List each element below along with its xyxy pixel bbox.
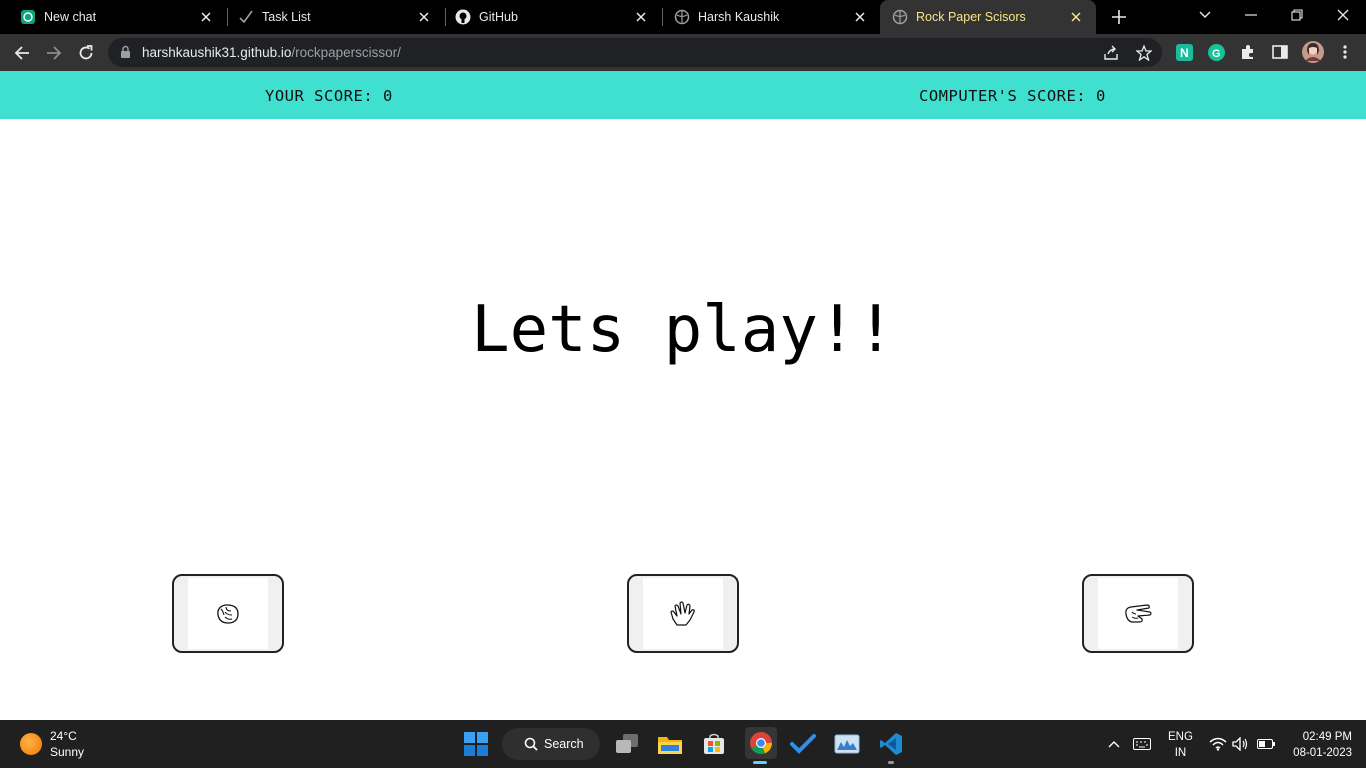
taskbar-clock[interactable]: 02:49 PM 08-01-2023 [1286, 729, 1352, 761]
paper-button-face [643, 578, 723, 649]
search-label: Search [544, 737, 584, 751]
extensions-puzzle-icon[interactable] [1239, 43, 1257, 61]
fist-icon [217, 603, 239, 624]
scissor-button-face [1098, 578, 1178, 649]
tab-title: GitHub [479, 10, 518, 24]
close-icon[interactable] [850, 7, 870, 27]
svg-text:G: G [1212, 48, 1221, 60]
score-bar: YOUR SCORE: 0 COMPUTER'S SCORE: 0 [0, 71, 1366, 119]
minimize-icon [1245, 14, 1257, 16]
your-score: YOUR SCORE: 0 [265, 87, 393, 105]
scissor-button[interactable] [1082, 574, 1194, 653]
arrow-right-icon [47, 46, 62, 60]
address-bar[interactable]: harshkaushik31.github.io/rockpaperscisso… [108, 38, 1162, 67]
share-icon[interactable] [1102, 44, 1120, 62]
restore-button[interactable] [1284, 4, 1310, 26]
windows-taskbar: 24°C Sunny Search ENG IN 02:49 PM 08-01-… [0, 720, 1366, 768]
url-path: /rockpaperscissor/ [291, 45, 401, 60]
weather-condition[interactable]: Sunny [50, 745, 84, 759]
chrome-taskbar-icon[interactable] [745, 727, 777, 759]
tab-search-button[interactable] [1192, 4, 1218, 26]
lang-line2: IN [1174, 747, 1187, 759]
vscode-icon[interactable] [877, 730, 905, 758]
lang-line1: ENG [1168, 731, 1193, 743]
clock-date: 08-01-2023 [1293, 747, 1352, 759]
restore-icon [1291, 9, 1303, 21]
start-windows-icon[interactable] [462, 730, 490, 758]
vscode-running-indicator [888, 761, 894, 764]
close-window-button[interactable] [1330, 4, 1356, 26]
task-view-icon[interactable] [613, 730, 641, 758]
url-text[interactable]: harshkaushik31.github.io/rockpaperscisso… [142, 45, 401, 60]
back-button[interactable] [10, 41, 34, 65]
svg-text:N: N [1180, 46, 1189, 60]
chevron-down-icon [1199, 11, 1211, 18]
rock-button-face [188, 578, 268, 649]
taskbar-search-button[interactable]: Search [502, 728, 600, 760]
tab-title: Rock Paper Scisors [916, 10, 1026, 24]
tab-strip: New chat Task List GitHub Harsh Kaushik … [0, 0, 1366, 34]
tab-task-list[interactable]: Task List [218, 0, 444, 34]
input-language[interactable]: ENG IN [1168, 729, 1193, 761]
reload-button[interactable] [74, 41, 98, 65]
wifi-icon[interactable] [1208, 734, 1228, 754]
scissor-hand-icon [1125, 603, 1152, 623]
tab-title: Harsh Kaushik [698, 10, 780, 24]
close-icon[interactable] [414, 7, 434, 27]
open-hand-icon [670, 600, 695, 626]
reload-icon [79, 45, 93, 60]
plus-icon [1112, 10, 1126, 24]
url-host: harshkaushik31.github.io [142, 45, 292, 60]
tab-harsh-kaushik[interactable]: Harsh Kaushik [654, 0, 880, 34]
lock-icon[interactable] [120, 45, 131, 64]
arrow-left-icon [14, 46, 29, 60]
computer-score: COMPUTER'S SCORE: 0 [919, 87, 1106, 105]
chrome-running-indicator [753, 761, 767, 764]
volume-icon[interactable] [1230, 734, 1250, 754]
sun-weather-icon[interactable] [20, 733, 42, 755]
page-content: YOUR SCORE: 0 COMPUTER'S SCORE: 0 Lets p… [0, 71, 1366, 720]
globe-icon [674, 9, 690, 25]
github-icon [455, 9, 471, 25]
close-icon[interactable] [631, 7, 651, 27]
search-icon [524, 737, 538, 751]
photos-app-icon[interactable] [833, 730, 861, 758]
grammarly-extension-icon[interactable]: G [1207, 43, 1225, 61]
microsoft-store-icon[interactable] [700, 730, 728, 758]
bookmark-star-icon[interactable] [1135, 44, 1153, 62]
browser-toolbar: harshkaushik31.github.io/rockpaperscisso… [0, 34, 1366, 71]
battery-icon[interactable] [1256, 734, 1276, 754]
side-panel-icon[interactable] [1271, 43, 1289, 61]
clock-time: 02:49 PM [1302, 731, 1352, 743]
tab-title: New chat [44, 10, 97, 24]
checkmark-icon [238, 9, 254, 25]
chevron-up-icon[interactable] [1104, 734, 1124, 754]
game-status-heading: Lets play!! [471, 293, 895, 367]
openai-icon [20, 9, 36, 25]
tab-title: Task List [262, 10, 311, 24]
minimize-button[interactable] [1238, 4, 1264, 26]
notion-extension-icon[interactable]: N [1175, 43, 1193, 61]
kebab-menu-icon[interactable] [1336, 43, 1354, 61]
tab-new-chat[interactable]: New chat [0, 0, 226, 34]
todo-checkmark-icon[interactable] [789, 730, 817, 758]
close-icon[interactable] [1066, 7, 1086, 27]
paper-button[interactable] [627, 574, 739, 653]
weather-temperature[interactable]: 24°C [50, 729, 77, 743]
globe-icon [892, 9, 908, 25]
profile-avatar[interactable] [1302, 41, 1324, 63]
new-tab-button[interactable] [1108, 6, 1130, 28]
rock-button[interactable] [172, 574, 284, 653]
forward-button[interactable] [42, 41, 66, 65]
file-explorer-icon[interactable] [656, 730, 684, 758]
keyboard-icon[interactable] [1132, 734, 1152, 754]
tab-github[interactable]: GitHub [435, 0, 661, 34]
close-icon[interactable] [196, 7, 216, 27]
tab-rock-paper-scisors[interactable]: Rock Paper Scisors [880, 0, 1096, 34]
close-icon [1337, 9, 1349, 21]
